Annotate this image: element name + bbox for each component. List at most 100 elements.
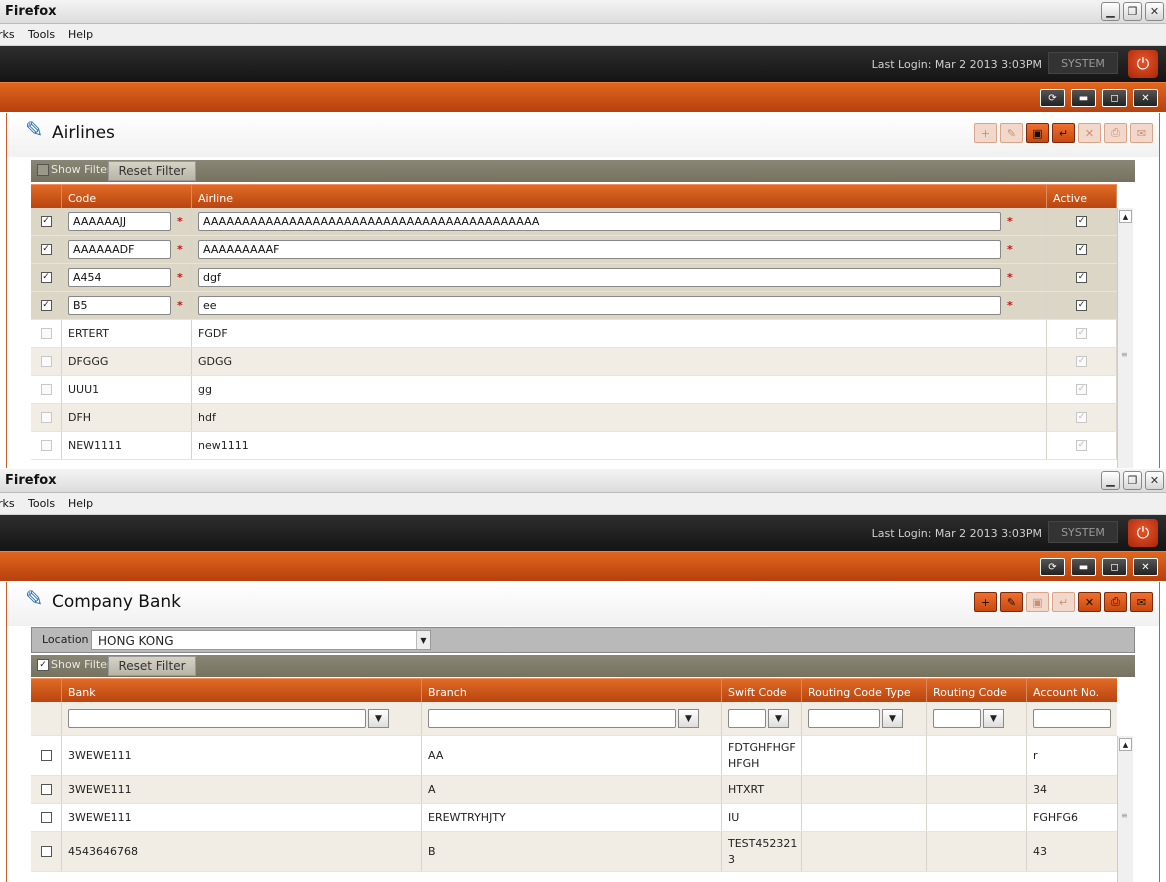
table-row[interactable]: ✓ AAAAAAJJ * AAAAAAAAAAAAAAAAAAAAAAAAAAAA… [31, 208, 1117, 236]
airline-input[interactable]: ee [198, 296, 1001, 315]
maximize-icon[interactable]: ◻ [1102, 89, 1127, 107]
chevron-down-icon[interactable]: ▼ [416, 631, 430, 649]
code-input[interactable]: B5 [68, 296, 171, 315]
row-select-checkbox[interactable] [40, 812, 52, 823]
column-header-active[interactable]: Active [1047, 185, 1117, 208]
filter-icon[interactable]: ▼ [368, 709, 389, 728]
menu-help[interactable]: Help [68, 497, 93, 510]
airline-input[interactable]: AAAAAAAAAAAAAAAAAAAAAAAAAAAAAAAAAAAAAAAA… [198, 212, 1001, 231]
row-select-checkbox[interactable] [40, 384, 52, 395]
excel-icon[interactable]: ✕ [1078, 592, 1101, 612]
table-row[interactable]: ✓ AAAAAADF * AAAAAAAAAF * ✓ [31, 236, 1117, 264]
show-filter-checkbox[interactable] [37, 164, 49, 176]
airline-input[interactable]: dgf [198, 268, 1001, 287]
restore-icon[interactable]: ❐ [1123, 2, 1142, 21]
grid-scrollbar[interactable]: ▲ ≡ [1117, 208, 1133, 468]
row-select-checkbox[interactable]: ✓ [40, 300, 52, 311]
table-row[interactable]: 3WEWE111 EREWTRYHJTY IU FGHFG6 [31, 804, 1117, 832]
row-select-checkbox[interactable] [40, 356, 52, 367]
active-checkbox[interactable]: ✓ [1076, 272, 1087, 283]
menu-bookmarks[interactable]: rks [0, 28, 15, 41]
save-icon[interactable]: ▣ [1026, 123, 1049, 143]
scroll-up-icon[interactable]: ▲ [1119, 210, 1132, 223]
close-icon[interactable]: ✕ [1145, 2, 1164, 21]
reset-filter-button[interactable]: Reset Filter [108, 656, 196, 676]
airline-input[interactable]: AAAAAAAAAF [198, 240, 1001, 259]
close-icon[interactable]: ✕ [1133, 89, 1158, 107]
table-row[interactable]: DFH hdf ✓ [31, 404, 1117, 432]
table-row[interactable]: ✓ B5 * ee * ✓ [31, 292, 1117, 320]
column-header-airline[interactable]: Airline [192, 185, 1047, 208]
routing-code-filter-input[interactable] [933, 709, 981, 728]
row-select-checkbox[interactable] [40, 750, 52, 761]
column-header-branch[interactable]: Branch [422, 679, 722, 702]
table-row[interactable]: 4543646768 B TEST452321 3 43 [31, 832, 1117, 872]
mail-icon[interactable]: ✉ [1130, 123, 1153, 143]
refresh-icon[interactable]: ⟳ [1040, 558, 1065, 576]
account-filter-input[interactable] [1033, 709, 1111, 728]
close-icon[interactable]: ✕ [1145, 471, 1164, 490]
menu-help[interactable]: Help [68, 28, 93, 41]
reset-filter-button[interactable]: Reset Filter [108, 161, 196, 181]
new-record-icon[interactable]: + [974, 123, 997, 143]
scroll-thumb[interactable]: ≡ [1121, 811, 1130, 820]
scroll-thumb[interactable]: ≡ [1121, 350, 1130, 359]
power-icon[interactable]: ⏻ [1128, 50, 1158, 78]
row-select-checkbox[interactable] [40, 412, 52, 423]
table-row[interactable]: ERTERT FGDF ✓ [31, 320, 1117, 348]
grid-scrollbar[interactable]: ▲ ≡ [1117, 736, 1133, 882]
edit-icon[interactable]: ✎ [1000, 592, 1023, 612]
column-header-routing-code-type[interactable]: Routing Code Type [802, 679, 927, 702]
show-filter-checkbox[interactable]: ✓ [37, 659, 49, 671]
filter-icon[interactable]: ▼ [983, 709, 1004, 728]
column-header-account-no[interactable]: Account No. [1027, 679, 1117, 702]
refresh-icon[interactable]: ⟳ [1040, 89, 1065, 107]
row-select-checkbox[interactable] [40, 846, 52, 857]
row-select-checkbox[interactable]: ✓ [40, 244, 52, 255]
row-select-checkbox[interactable]: ✓ [40, 216, 52, 227]
excel-icon[interactable]: ✕ [1078, 123, 1101, 143]
save-icon[interactable]: ▣ [1026, 592, 1049, 612]
maximize-icon[interactable]: ◻ [1102, 558, 1127, 576]
new-record-icon[interactable]: + [974, 592, 997, 612]
undo-icon[interactable]: ↵ [1052, 123, 1075, 143]
branch-filter-input[interactable] [428, 709, 676, 728]
code-input[interactable]: AAAAAADF [68, 240, 171, 259]
active-checkbox[interactable]: ✓ [1076, 244, 1087, 255]
row-select-checkbox[interactable] [40, 784, 52, 795]
filter-icon[interactable]: ▼ [678, 709, 699, 728]
table-row[interactable]: NEW1111 new1111 ✓ [31, 432, 1117, 460]
minimize-icon[interactable]: ▬ [1071, 558, 1096, 576]
menu-tools[interactable]: Tools [28, 28, 55, 41]
location-select[interactable]: HONG KONG ▼ [91, 630, 431, 650]
table-row[interactable]: ✓ A454 * dgf * ✓ [31, 264, 1117, 292]
filter-icon[interactable]: ▼ [768, 709, 789, 728]
mail-icon[interactable]: ✉ [1130, 592, 1153, 612]
close-icon[interactable]: ✕ [1133, 558, 1158, 576]
menu-bookmarks[interactable]: rks [0, 497, 15, 510]
filter-icon[interactable]: ▼ [882, 709, 903, 728]
menu-tools[interactable]: Tools [28, 497, 55, 510]
minimize-icon[interactable]: ▁ [1101, 2, 1120, 21]
table-row[interactable]: DFGGG GDGG ✓ [31, 348, 1117, 376]
column-header-swift-code[interactable]: Swift Code [722, 679, 802, 702]
restore-icon[interactable]: ❐ [1123, 471, 1142, 490]
undo-icon[interactable]: ↵ [1052, 592, 1075, 612]
column-header-bank[interactable]: Bank [62, 679, 422, 702]
row-select-checkbox[interactable] [40, 328, 52, 339]
column-header-code[interactable]: Code [62, 185, 192, 208]
print-icon[interactable]: ⎙ [1104, 592, 1127, 612]
row-select-checkbox[interactable]: ✓ [40, 272, 52, 283]
swift-filter-input[interactable] [728, 709, 766, 728]
edit-icon[interactable]: ✎ [1000, 123, 1023, 143]
routing-type-filter-input[interactable] [808, 709, 880, 728]
scroll-up-icon[interactable]: ▲ [1119, 738, 1132, 751]
active-checkbox[interactable]: ✓ [1076, 300, 1087, 311]
column-header-routing-code[interactable]: Routing Code [927, 679, 1027, 702]
active-checkbox[interactable]: ✓ [1076, 216, 1087, 227]
code-input[interactable]: A454 [68, 268, 171, 287]
bank-filter-input[interactable] [68, 709, 366, 728]
minimize-icon[interactable]: ▬ [1071, 89, 1096, 107]
minimize-icon[interactable]: ▁ [1101, 471, 1120, 490]
power-icon[interactable]: ⏻ [1128, 519, 1158, 547]
